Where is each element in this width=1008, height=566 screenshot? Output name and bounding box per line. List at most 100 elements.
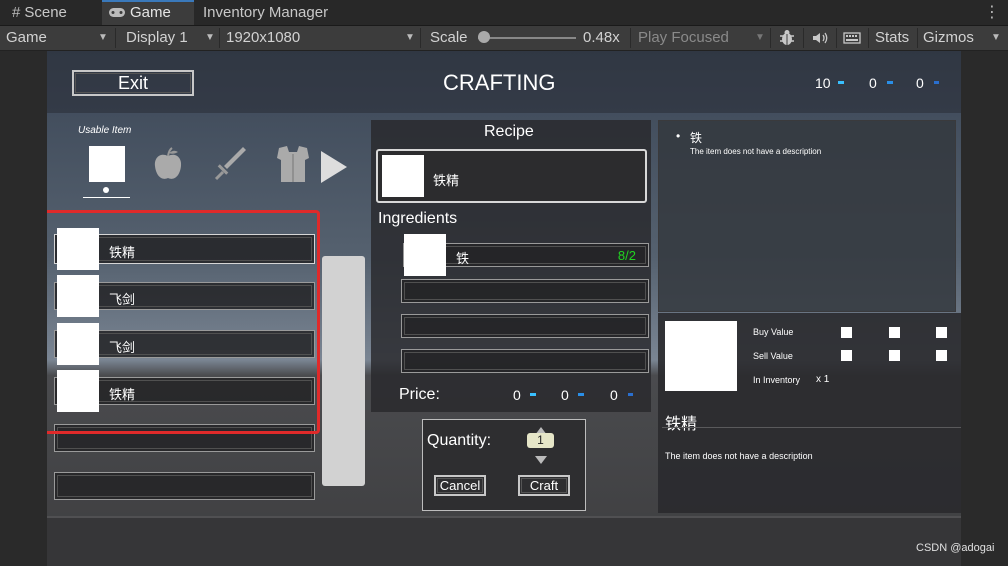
view-mode-label: Game (6, 29, 47, 46)
copper-coin-icon (628, 393, 633, 396)
gamepad-icon (108, 2, 126, 24)
footer-band (47, 516, 961, 566)
silver-coin-icon (887, 81, 893, 84)
inventory-count: x 1 (816, 374, 830, 385)
stats-button[interactable]: Stats (875, 26, 909, 50)
apple-icon[interactable] (152, 146, 184, 187)
ingredient-row[interactable] (401, 279, 649, 303)
highlight-box (47, 210, 320, 434)
ingredient-row[interactable] (401, 314, 649, 338)
recipe-result-slot[interactable]: 铁精 (376, 149, 647, 203)
sell-value-cell (936, 350, 947, 361)
chevron-down-icon: ▼ (405, 32, 415, 43)
tooltip-item-name: 铁 (690, 131, 703, 145)
price-gold-value: 0 (513, 387, 521, 403)
armor-icon[interactable] (275, 144, 311, 189)
scale-slider-handle[interactable] (478, 31, 490, 43)
play-mode-dropdown[interactable]: Play Focused (638, 26, 729, 50)
resolution-dropdown[interactable]: 1920x1080 (226, 26, 300, 50)
tooltip-description: The item does not have a description (690, 147, 822, 156)
craft-label: Craft (529, 478, 559, 493)
result-name: 铁精 (433, 173, 460, 188)
scale-value: 0.48x (583, 29, 620, 46)
silver-coin-icon (578, 393, 584, 396)
grid-icon: # (12, 4, 21, 21)
item-list-row[interactable] (54, 472, 315, 500)
detail-item-name: 铁精 (665, 416, 698, 433)
ingredient-count: 8/2 (617, 248, 636, 263)
divider (770, 28, 771, 48)
cancel-label: Cancel (439, 478, 481, 493)
cancel-button[interactable]: Cancel (434, 475, 486, 496)
in-inventory-label: In Inventory (753, 375, 801, 385)
divider (420, 28, 421, 48)
recipe-header: Recipe (484, 123, 534, 140)
buy-value-cell (841, 327, 852, 338)
scale-label: Scale (430, 29, 468, 46)
gold-coin-icon (530, 393, 536, 396)
currency-copper-value: 0 (916, 75, 924, 91)
gizmos-label: Gizmos (923, 29, 974, 46)
buy-value-label: Buy Value (753, 327, 794, 337)
row-inner-border (404, 282, 646, 300)
decrement-arrow-icon[interactable] (535, 451, 547, 464)
ingredients-label: Ingredients (378, 210, 458, 227)
currency-silver-value: 0 (869, 75, 877, 91)
blank-slot-icon[interactable] (89, 146, 125, 182)
row-inner-border (404, 317, 646, 335)
watermark: CSDN @adogai (916, 542, 995, 554)
exit-button[interactable]: Exit (72, 70, 194, 96)
ingredient-thumbnail (404, 234, 446, 276)
display-dropdown[interactable]: Display 1 (126, 26, 188, 50)
detail-thumbnail (665, 321, 737, 391)
next-arrow-icon[interactable] (319, 149, 349, 190)
usable-item-label: Usable Item (78, 125, 132, 136)
exit-label: Exit (117, 73, 148, 93)
tab-scene[interactable]: # Scene (6, 0, 73, 25)
price-label: Price: (399, 386, 440, 403)
keyboard-icon[interactable] (842, 26, 862, 50)
gizmos-button[interactable]: Gizmos (923, 26, 974, 50)
item-list-scrollbar[interactable] (322, 256, 365, 486)
tab-game-label: Game (130, 4, 171, 21)
price-copper-value: 0 (610, 387, 618, 403)
buy-value-cell (936, 327, 947, 338)
result-thumbnail (382, 155, 424, 197)
tab-inventory-manager-label: Inventory Manager (203, 4, 329, 21)
game-view-toolbar: Game ▼ Display 1 ▼ 1920x1080 ▼ Scale 0.4… (0, 26, 1008, 51)
quantity-value[interactable]: 1 (527, 433, 554, 448)
editor-tab-bar: # Scene Game Inventory Manager ⋮ (0, 0, 1008, 26)
ingredient-row[interactable] (401, 349, 649, 373)
tab-scene-label: Scene (24, 4, 67, 21)
divider (219, 28, 220, 48)
display-label: Display 1 (126, 29, 188, 46)
price-silver-value: 0 (561, 387, 569, 403)
scale-slider-track[interactable] (478, 37, 576, 39)
tab-game[interactable]: Game (102, 0, 194, 25)
ingredient-name: 铁 (456, 251, 470, 266)
divider (836, 28, 837, 48)
divider (917, 28, 918, 48)
craft-button[interactable]: Craft (518, 475, 570, 496)
selected-dot-indicator (103, 187, 109, 193)
tab-inventory-manager[interactable]: Inventory Manager (197, 0, 334, 25)
sell-value-cell (889, 350, 900, 361)
divider (662, 427, 961, 428)
sword-icon[interactable] (212, 145, 248, 188)
row-inner-border (404, 352, 646, 370)
divider (630, 28, 631, 48)
buy-value-cell (889, 327, 900, 338)
stats-label: Stats (875, 29, 910, 46)
increment-arrow-icon[interactable] (535, 422, 547, 435)
view-mode-dropdown[interactable]: Game (6, 26, 47, 50)
detail-description: The item does not have a description (665, 451, 813, 461)
divider (868, 28, 869, 48)
gold-coin-icon (838, 81, 844, 84)
more-options-icon[interactable]: ⋮ (984, 0, 1000, 25)
divider (115, 28, 116, 48)
chevron-down-icon: ▼ (205, 32, 215, 43)
bug-icon[interactable] (777, 26, 797, 50)
row-inner-border (57, 475, 312, 497)
speaker-icon[interactable] (810, 26, 830, 50)
sell-value-cell (841, 350, 852, 361)
